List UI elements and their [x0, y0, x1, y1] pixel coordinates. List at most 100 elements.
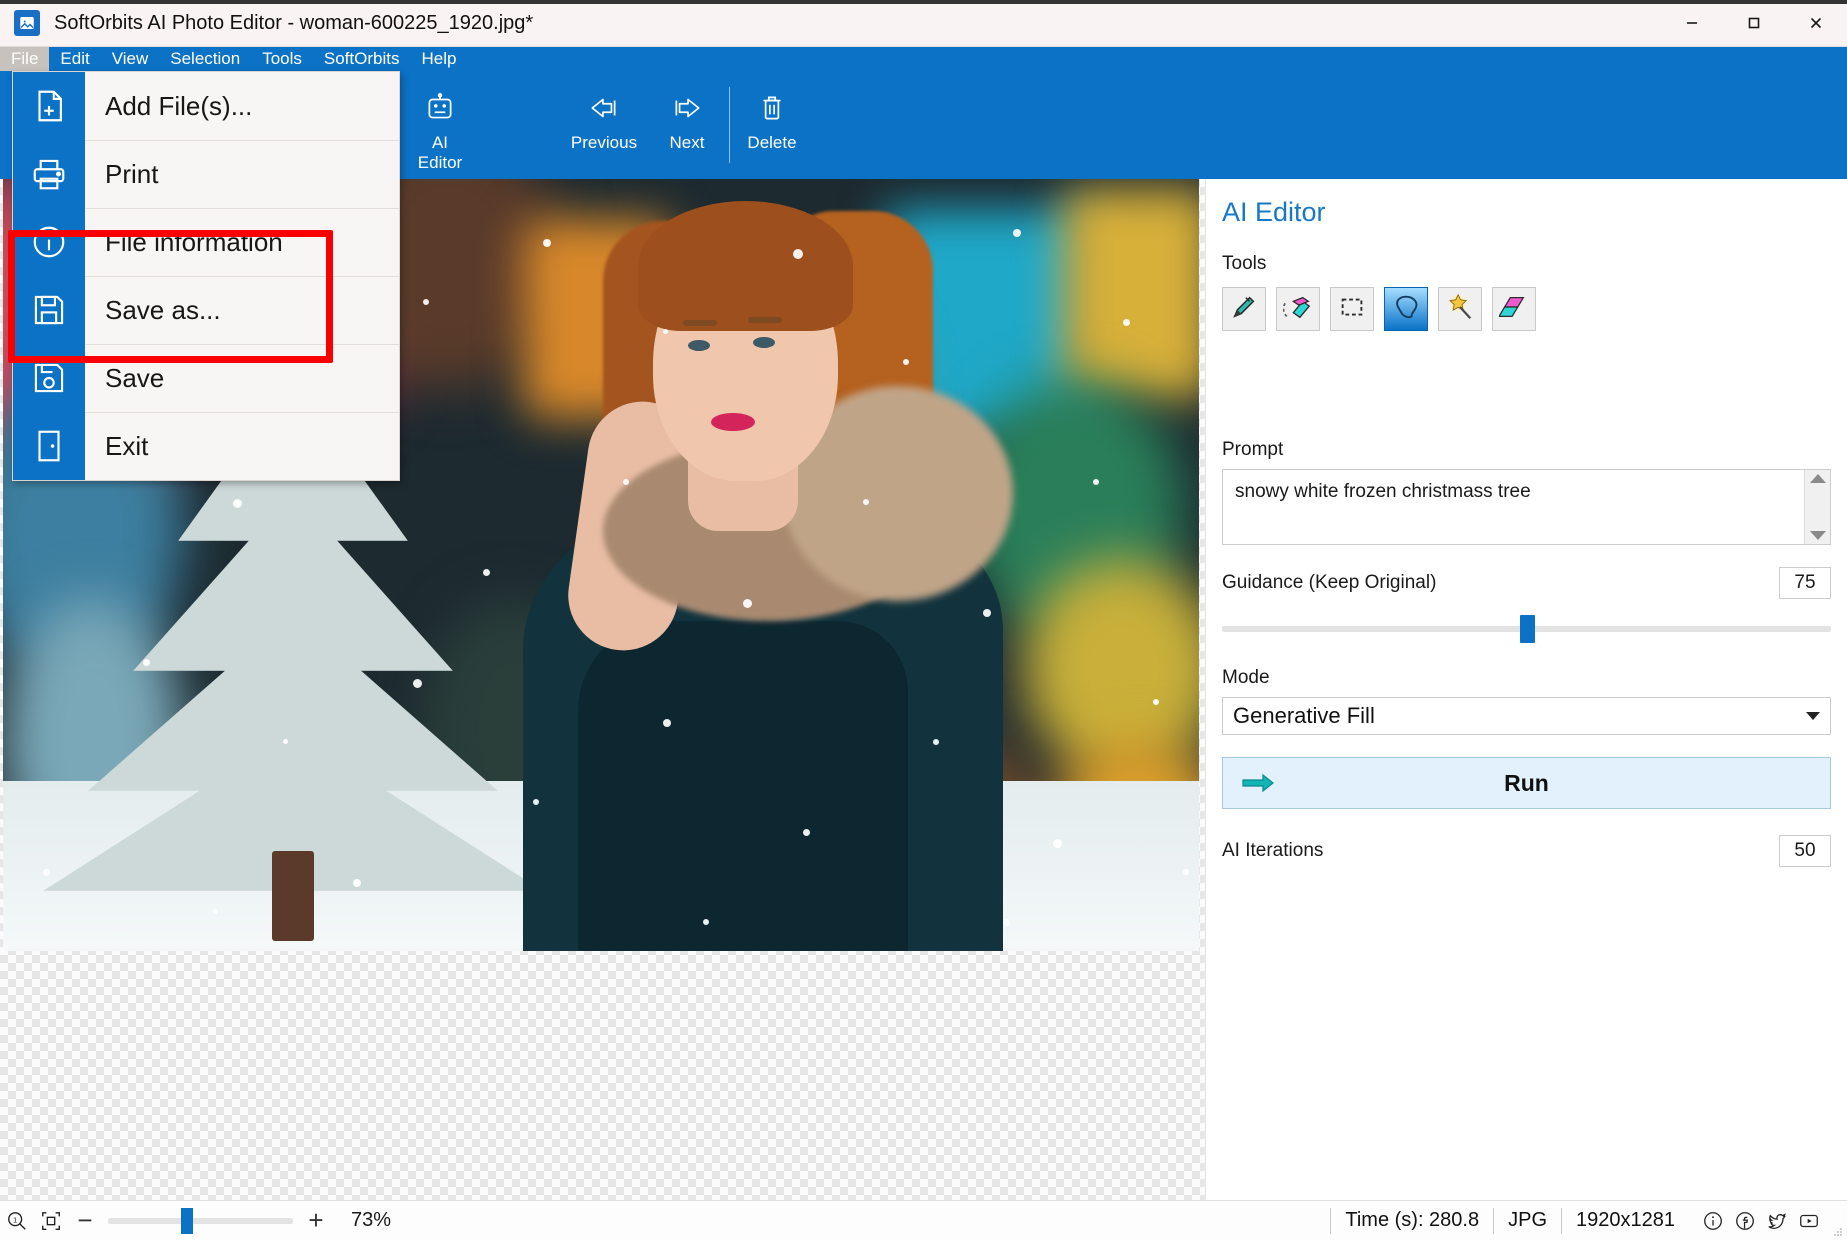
resize-grip[interactable] [1825, 1201, 1847, 1240]
robot-icon [423, 87, 457, 129]
zoom-fit-window-icon[interactable] [34, 1210, 68, 1232]
guidance-label: Guidance (Keep Original) [1222, 572, 1437, 593]
toolbar-previous-label: Previous [570, 133, 638, 152]
scroll-down-icon[interactable] [1809, 531, 1826, 540]
maximize-button[interactable] [1723, 0, 1785, 47]
guidance-slider[interactable] [1222, 615, 1831, 643]
menu-item-save-as-label: Save as... [105, 295, 221, 325]
menu-edit-label: Edit [60, 49, 90, 68]
rectangle-select-tool-button[interactable] [1330, 287, 1374, 331]
menu-item-file-information[interactable]: File information [13, 208, 399, 276]
iterations-row: AI Iterations 50 [1222, 835, 1831, 867]
menu-help[interactable]: Help [410, 47, 467, 71]
hair-top [638, 201, 853, 331]
menu-softorbits[interactable]: SoftOrbits [313, 47, 411, 71]
toolbar-separator-2 [729, 87, 730, 163]
info-circle-icon [13, 208, 85, 276]
menu-item-file-information-label: File information [105, 227, 283, 257]
svg-text:1: 1 [13, 1215, 17, 1224]
eye-right [753, 337, 775, 348]
guidance-value-input[interactable]: 75 [1779, 567, 1831, 599]
menu-file[interactable]: File [0, 47, 50, 71]
menu-edit[interactable]: Edit [49, 47, 100, 71]
scroll-up-icon[interactable] [1809, 474, 1826, 483]
lasso-select-tool-button[interactable] [1384, 287, 1428, 331]
menu-item-save[interactable]: Save [13, 344, 399, 412]
zoom-actual-size-icon[interactable]: 1 [0, 1210, 34, 1232]
menu-item-save-label: Save [105, 363, 165, 393]
run-button-label: Run [1504, 769, 1549, 796]
zoom-slider[interactable] [108, 1207, 293, 1234]
menu-view-label: View [111, 49, 149, 68]
file-menu-dropdown[interactable]: Add File(s)... Print File information Sa… [12, 71, 400, 481]
info-circle-icon[interactable] [1697, 1210, 1729, 1232]
toolbar-next-label: Next [669, 133, 705, 152]
toolbar-next-button[interactable]: Next [651, 77, 723, 171]
printer-icon [13, 140, 85, 208]
menu-item-file-information-text: File information [85, 208, 399, 276]
lips [711, 413, 755, 431]
run-button[interactable]: Run [1222, 757, 1831, 809]
prompt-scrollbar[interactable] [1804, 470, 1830, 544]
eye-left [688, 340, 710, 351]
save-as-icon [13, 276, 85, 344]
youtube-icon[interactable] [1793, 1210, 1825, 1232]
lasso-icon [1391, 292, 1421, 327]
guidance-slider-thumb[interactable] [1519, 615, 1535, 643]
mode-selected-value: Generative Fill [1233, 703, 1375, 728]
trash-icon [755, 87, 789, 129]
magic-wand-tool-button[interactable] [1438, 287, 1482, 331]
toolbar-ai-editor-button[interactable]: AI Editor [393, 77, 487, 173]
window-top-strip [0, 0, 1847, 4]
toolbar-ai-editor-line1: AI [431, 133, 449, 152]
menu-item-add-files-label: Add File(s)... [105, 90, 253, 121]
menu-tools-label: Tools [262, 49, 302, 68]
status-social-links [1689, 1210, 1825, 1232]
menu-view[interactable]: View [101, 47, 160, 71]
prompt-input[interactable]: snowy white frozen christmass tree [1222, 469, 1831, 545]
menu-item-add-files[interactable]: Add File(s)... [13, 72, 399, 140]
chevron-down-icon[interactable] [1806, 712, 1820, 720]
menu-item-print-text: Print [85, 140, 399, 208]
zoom-slider-thumb[interactable] [181, 1207, 193, 1234]
toolbar-ai-editor-label: AI Editor [418, 133, 462, 173]
gradient-tool-button[interactable] [1492, 287, 1536, 331]
facebook-icon[interactable] [1729, 1210, 1761, 1232]
zoom-out-button[interactable]: − [68, 1205, 102, 1236]
menu-item-exit[interactable]: Exit [13, 412, 399, 480]
eraser-tool-button[interactable] [1276, 287, 1320, 331]
tree-trunk [272, 851, 314, 941]
minimize-button[interactable] [1661, 0, 1723, 47]
window-controls [1661, 0, 1847, 47]
dashed-rectangle-icon [1337, 292, 1367, 327]
brush-tool-button[interactable] [1222, 287, 1266, 331]
menu-item-save-text: Save [85, 344, 399, 412]
menu-tools[interactable]: Tools [251, 47, 313, 71]
zoom-in-button[interactable]: + [299, 1205, 333, 1236]
menu-softorbits-label: SoftOrbits [323, 49, 400, 68]
menu-selection[interactable]: Selection [159, 47, 251, 71]
eyebrow-left [683, 320, 717, 326]
close-button[interactable] [1785, 0, 1847, 47]
tools-label: Tools [1222, 253, 1267, 274]
gradient-swatch-icon [1497, 292, 1529, 327]
toolbar-delete-button[interactable]: Delete [736, 77, 808, 171]
exit-door-icon [13, 412, 85, 480]
mode-label: Mode [1222, 667, 1270, 688]
menu-item-print[interactable]: Print [13, 140, 399, 208]
menu-item-save-as[interactable]: Save as... [13, 276, 399, 344]
toolbar-previous-button[interactable]: Previous [557, 77, 651, 171]
eyebrow-right [748, 317, 782, 323]
mode-select[interactable]: Generative Fill [1222, 697, 1831, 735]
menu-help-label: Help [421, 49, 457, 68]
menu-item-save-as-text: Save as... [85, 276, 399, 344]
eraser-circle-icon [1282, 292, 1313, 327]
twitter-icon[interactable] [1761, 1210, 1793, 1232]
iterations-value-input[interactable]: 50 [1779, 835, 1831, 867]
prompt-value[interactable]: snowy white frozen christmass tree [1223, 470, 1804, 544]
zoom-slider-track[interactable] [108, 1217, 293, 1224]
toolbar-delete-label: Delete [747, 133, 797, 152]
iterations-label: AI Iterations [1222, 840, 1324, 861]
coat-inner [578, 621, 908, 951]
menu-bar: File Edit View Selection Tools SoftOrbit… [0, 47, 1847, 71]
